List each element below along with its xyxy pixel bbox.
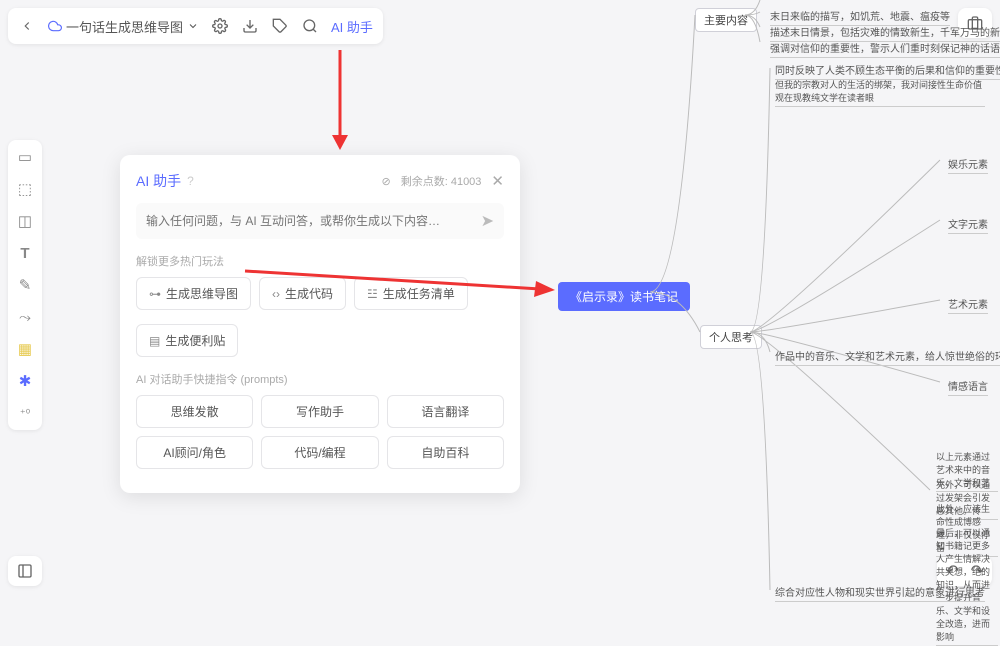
mindmap-root-node[interactable]: 《启示录》读书笔记 [558, 282, 690, 311]
mindmap-category[interactable]: 艺术元素 [948, 296, 988, 314]
ai-assistant-panel: AI 助手 ? ⊘ 剩余点数: 41003 ✕ ➤ 解锁更多热门玩法 ⊶生成思维… [120, 155, 520, 493]
back-icon[interactable] [18, 17, 36, 35]
info-icon[interactable]: ? [187, 174, 194, 188]
chip-label: 生成便利贴 [165, 332, 225, 349]
ai-assistant-button[interactable]: AI 助手 [331, 17, 373, 36]
chip-generate-sticky[interactable]: ▤ 生成便利贴 [136, 324, 238, 357]
chip-generate-mindmap[interactable]: ⊶ 生成思维导图 [136, 277, 251, 310]
chip-label: AI顾问/角色 [163, 444, 226, 461]
prompts-section-label: AI 对话助手快捷指令 (prompts) [136, 371, 504, 387]
mindmap-category[interactable]: 娱乐元素 [948, 156, 988, 174]
credits-text: 剩余点数: 41003 [401, 173, 482, 189]
pen-tool-icon[interactable]: ✎ [14, 274, 36, 296]
mindmap-leaf[interactable]: 强调对信仰的重要性，警示人们重时刻保记神的话语 [770, 40, 1000, 58]
prompt-translate[interactable]: 语言翻译 [387, 395, 504, 428]
chip-label: 代码/编程 [294, 444, 345, 461]
prompt-coding[interactable]: 代码/编程 [261, 436, 378, 469]
chip-label: 生成思维导图 [166, 285, 238, 302]
chip-label: 语言翻译 [421, 403, 469, 420]
export-icon[interactable] [241, 17, 259, 35]
prompt-advisor[interactable]: AI顾问/角色 [136, 436, 253, 469]
top-toolbar: 一句话生成思维导图 AI 助手 [8, 8, 383, 44]
mindmap-branch-personal[interactable]: 个人思考 [700, 325, 762, 349]
flash-icon: ⊘ [382, 175, 391, 188]
layers-button[interactable] [8, 556, 42, 586]
tag-icon[interactable] [271, 17, 289, 35]
chip-label: 写作助手 [296, 403, 344, 420]
mindmap-icon: ⊶ [149, 287, 161, 301]
annotation-arrow-down [320, 45, 360, 155]
search-icon[interactable] [301, 17, 319, 35]
ai-input-row: ➤ [136, 203, 504, 239]
annotation-arrow-right [240, 263, 560, 303]
sticky-icon: ▤ [149, 334, 160, 348]
doc-title-text: 一句话生成思维导图 [66, 17, 183, 36]
chip-label: 自助百科 [421, 444, 469, 461]
ai-panel-title: AI 助手 [136, 171, 181, 191]
connector-tool-icon[interactable]: ⤳ [14, 306, 36, 328]
mindmap-category[interactable]: 文字元素 [948, 216, 988, 234]
mindmap-leaf[interactable]: 作品中的音乐、文学和艺术元素，给人惊世绝俗的环绕感受 [775, 348, 1000, 366]
close-icon[interactable]: ✕ [491, 172, 504, 190]
prompt-writing[interactable]: 写作助手 [261, 395, 378, 428]
mindmap-leaf[interactable]: 综合对应性人物和现实世界引起的意象进行思考 [775, 584, 985, 602]
mindmap-leaf[interactable]: 但我的宗教对人的生活的绑架，我对间接性生命价值观在现教纯文学在读者眼 [775, 78, 985, 107]
cloud-icon [48, 19, 62, 33]
frame-tool-icon[interactable]: ⬚ [14, 178, 36, 200]
doc-title[interactable]: 一句话生成思维导图 [48, 17, 199, 36]
prompt-wiki[interactable]: 自助百科 [387, 436, 504, 469]
ai-input[interactable] [146, 214, 473, 228]
mindmap-category[interactable]: 情感语言 [948, 378, 988, 396]
select-tool-icon[interactable]: ▭ [14, 146, 36, 168]
send-icon[interactable]: ➤ [481, 211, 494, 231]
chevron-down-icon [187, 20, 199, 32]
mindmap-tool-icon[interactable]: ✱ [14, 370, 36, 392]
chip-label: 思维发散 [171, 403, 219, 420]
settings-icon[interactable] [211, 17, 229, 35]
left-toolbar: ▭ ⬚ ◫ T ✎ ⤳ ▦ ✱ ⁺⁰ [8, 140, 42, 430]
mindmap-branch-main[interactable]: 主要内容 [695, 8, 757, 32]
shape-tool-icon[interactable]: ◫ [14, 210, 36, 232]
more-tool-icon[interactable]: ⁺⁰ [14, 402, 36, 424]
prompt-divergent[interactable]: 思维发散 [136, 395, 253, 428]
sticky-tool-icon[interactable]: ▦ [14, 338, 36, 360]
text-tool-icon[interactable]: T [14, 242, 36, 264]
